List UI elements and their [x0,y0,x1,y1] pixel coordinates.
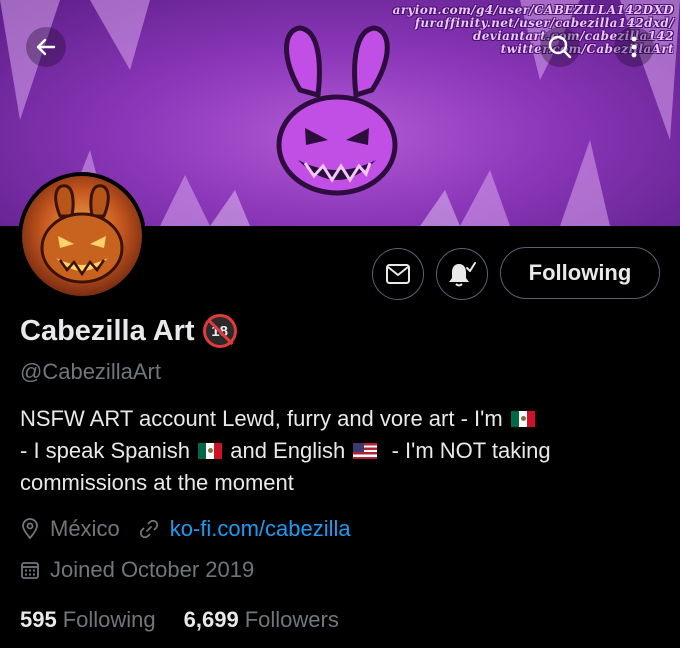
following-stat[interactable]: 595 Following [20,607,156,633]
adult-content-badge: 18 [202,314,237,348]
mexico-flag-icon [510,411,535,427]
followers-count: 6,699 [183,607,239,632]
website-link[interactable]: ko-fi.com/cabezilla [170,516,351,542]
bio-text: and English [230,438,346,463]
bio-text: - I'm NOT taking [391,438,551,463]
joined-row: Joined October 2019 [20,557,254,583]
bio-text: commissions at the moment [20,470,294,495]
mexico-flag-icon [198,443,223,459]
bunny-mascot-icon [276,25,398,196]
user-handle: @CabezillaArt [20,359,161,384]
follow-stats: 595 Following 6,699 Followers [20,607,367,633]
location-text: México [50,516,120,541]
location-pin-icon [22,518,38,540]
usa-flag-icon [353,443,378,459]
more-vertical-icon [631,36,637,58]
following-count: 595 [20,607,57,632]
following-label: Following [62,607,156,632]
message-button[interactable] [372,248,424,300]
search-icon [548,35,572,59]
envelope-icon [386,264,410,284]
calendar-icon [21,562,39,579]
joined-date: Joined October 2019 [50,557,255,582]
bio-text: NSFW ART account Lewd, furry and vore ar… [20,406,503,431]
followers-stat[interactable]: 6,699 Followers [184,607,339,633]
back-button[interactable] [26,27,66,67]
display-name: Cabezilla Art [20,314,195,347]
avatar-image [22,176,142,296]
arrow-left-icon [36,38,56,56]
profile-avatar[interactable] [18,172,146,300]
link-icon [139,519,158,539]
bio-text: - I speak Spanish [20,438,190,463]
bell-check-icon [449,262,476,287]
profile-bio: NSFW ART account Lewd, furry and vore ar… [20,403,640,499]
display-name-row: Cabezilla Art 18 [20,314,237,348]
more-button[interactable] [614,27,654,67]
following-button[interactable]: Following [500,247,660,299]
search-button[interactable] [540,27,580,67]
notifications-button[interactable] [436,248,488,300]
followers-label: Followers [244,607,339,632]
profile-meta-row: México ko-fi.com/cabezilla [20,516,351,542]
pumpkin-bunny-icon [40,184,124,284]
